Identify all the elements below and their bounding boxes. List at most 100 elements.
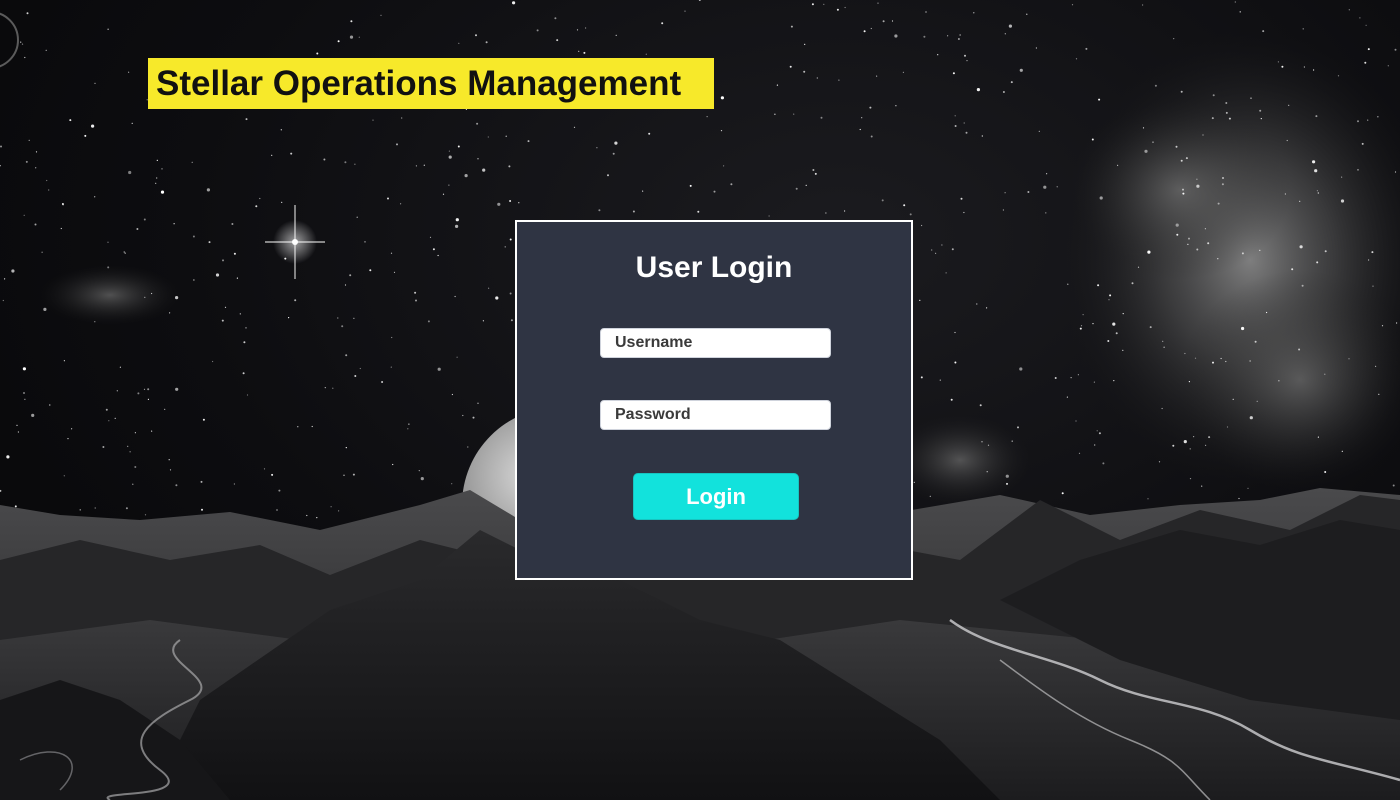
- star: [642, 190, 644, 192]
- username-input[interactable]: [600, 328, 831, 358]
- star: [352, 473, 355, 476]
- star: [877, 2, 879, 4]
- star: [23, 214, 25, 216]
- star: [1341, 176, 1343, 178]
- star: [929, 495, 931, 497]
- star: [43, 307, 47, 311]
- star: [1196, 248, 1199, 251]
- star: [487, 136, 489, 138]
- star: [576, 29, 579, 31]
- star: [509, 200, 512, 202]
- star: [1163, 346, 1165, 348]
- star: [151, 292, 153, 295]
- star: [1212, 94, 1215, 97]
- star: [451, 483, 453, 485]
- star: [947, 35, 949, 37]
- star: [477, 402, 479, 404]
- star: [306, 514, 308, 517]
- star: [1202, 134, 1204, 136]
- star: [768, 215, 770, 217]
- star: [175, 484, 178, 487]
- star: [1314, 169, 1318, 173]
- star: [1107, 340, 1110, 342]
- star: [1260, 118, 1262, 120]
- star: [387, 197, 389, 200]
- star: [921, 224, 923, 227]
- star: [17, 431, 19, 433]
- star: [143, 218, 146, 221]
- star: [173, 223, 175, 225]
- star: [935, 252, 937, 254]
- star: [527, 140, 530, 143]
- star: [1131, 282, 1134, 285]
- star: [215, 273, 220, 277]
- login-button[interactable]: Login: [633, 473, 799, 520]
- star: [161, 168, 163, 170]
- star: [448, 155, 452, 159]
- star: [242, 372, 245, 375]
- star: [208, 241, 211, 244]
- star: [1056, 186, 1058, 188]
- star: [391, 336, 393, 339]
- star: [1256, 400, 1258, 402]
- star: [925, 11, 927, 13]
- star: [1249, 416, 1253, 420]
- star: [1239, 11, 1241, 13]
- star: [1113, 380, 1115, 382]
- star: [1315, 115, 1318, 118]
- star: [245, 118, 248, 121]
- star: [63, 360, 65, 362]
- star: [859, 128, 861, 131]
- star: [451, 393, 453, 396]
- star: [1175, 223, 1179, 227]
- star: [124, 252, 126, 254]
- star: [392, 463, 394, 466]
- star: [454, 295, 456, 298]
- star: [200, 480, 203, 483]
- star: [954, 115, 956, 117]
- star: [1302, 28, 1304, 30]
- star: [1250, 97, 1252, 99]
- star: [1392, 484, 1395, 487]
- star: [400, 203, 402, 205]
- star: [987, 444, 990, 446]
- star: [414, 291, 417, 294]
- star: [1093, 381, 1095, 383]
- star: [102, 446, 105, 448]
- star: [1080, 325, 1083, 327]
- star: [462, 414, 464, 417]
- star: [1368, 259, 1370, 261]
- star: [1291, 268, 1294, 271]
- star: [632, 210, 635, 213]
- star: [94, 82, 96, 84]
- star: [689, 184, 692, 187]
- star: [175, 296, 179, 300]
- star: [954, 125, 957, 127]
- star: [1357, 169, 1359, 171]
- star: [128, 71, 130, 73]
- star: [341, 325, 344, 328]
- star: [1085, 47, 1088, 50]
- star: [390, 366, 392, 368]
- star: [67, 438, 69, 440]
- star: [902, 71, 905, 73]
- star: [812, 169, 815, 171]
- star: [573, 126, 576, 128]
- star: [1142, 127, 1145, 129]
- star: [407, 428, 409, 430]
- star: [1046, 173, 1048, 175]
- star: [720, 130, 723, 132]
- star: [485, 41, 488, 44]
- star: [290, 152, 293, 155]
- password-input[interactable]: [600, 400, 831, 430]
- star: [1286, 139, 1288, 142]
- star: [825, 212, 827, 214]
- star: [408, 423, 410, 425]
- star: [297, 426, 299, 428]
- star: [41, 251, 43, 253]
- star: [119, 366, 121, 368]
- star: [472, 416, 475, 419]
- star: [212, 360, 214, 363]
- star: [937, 54, 939, 56]
- star: [69, 119, 72, 122]
